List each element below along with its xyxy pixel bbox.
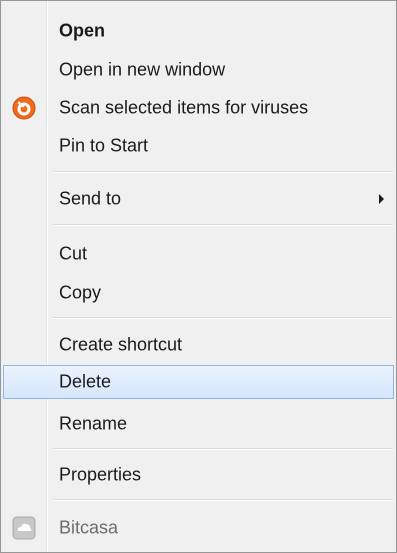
submenu-arrow-icon	[379, 194, 384, 204]
menu-item-label: Open	[59, 20, 106, 41]
menu-separator	[53, 224, 393, 226]
menu-item-label: Cut	[59, 243, 88, 264]
menu-item-label: Properties	[59, 464, 142, 485]
menu-item-label: Copy	[59, 282, 102, 303]
menu-item-label: Rename	[59, 413, 128, 434]
menu-item-send-to[interactable]: Send to	[3, 182, 394, 216]
menu-item-label: Delete	[59, 371, 112, 392]
bitcasa-cloud-icon	[11, 515, 37, 541]
menu-item-rename[interactable]: Rename	[3, 407, 394, 441]
menu-item-properties[interactable]: Properties	[3, 458, 394, 492]
menu-separator	[53, 448, 393, 450]
menu-item-open[interactable]: Open	[3, 14, 394, 48]
menu-separator	[53, 499, 393, 501]
avast-antivirus-icon	[11, 95, 37, 121]
context-menu: Open Open in new window Scan selected it…	[0, 0, 397, 553]
menu-item-open-in-new-window[interactable]: Open in new window	[3, 53, 394, 87]
menu-item-scan-viruses[interactable]: Scan selected items for viruses	[3, 91, 394, 125]
menu-separator	[53, 171, 393, 173]
menu-item-label: Open in new window	[59, 59, 226, 80]
menu-item-copy[interactable]: Copy	[3, 276, 394, 310]
menu-item-label: Pin to Start	[59, 135, 149, 156]
menu-item-label: Send to	[59, 188, 122, 209]
menu-item-bitcasa: Bitcasa	[3, 511, 394, 545]
menu-separator	[53, 317, 393, 319]
menu-item-label: Create shortcut	[59, 334, 183, 355]
menu-item-delete[interactable]: Delete	[3, 365, 394, 399]
menu-item-cut[interactable]: Cut	[3, 237, 394, 271]
menu-item-create-shortcut[interactable]: Create shortcut	[3, 328, 394, 362]
menu-item-pin-to-start[interactable]: Pin to Start	[3, 129, 394, 163]
menu-item-label: Scan selected items for viruses	[59, 97, 309, 118]
menu-item-label: Bitcasa	[59, 517, 119, 538]
